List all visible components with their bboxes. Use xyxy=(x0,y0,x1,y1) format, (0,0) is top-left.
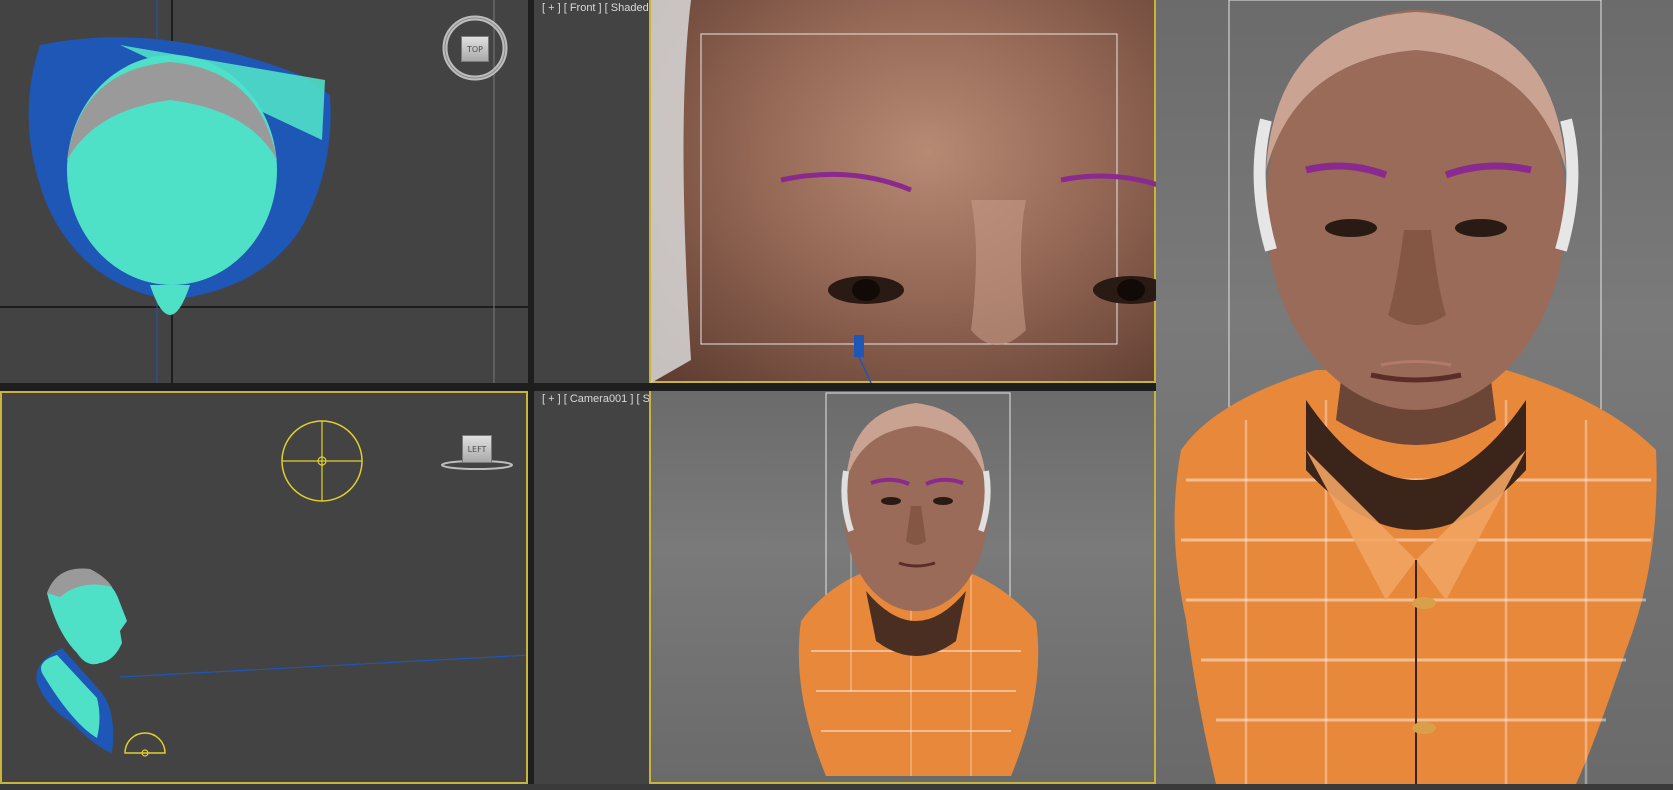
status-strip xyxy=(0,784,1673,790)
viewport-front[interactable]: [ + ] [ Front ] [ Shaded ] xyxy=(534,0,1156,383)
viewport-perspective[interactable] xyxy=(1156,0,1673,784)
camera-icon xyxy=(124,732,166,757)
perspective-bust xyxy=(1174,0,1657,784)
left-view-bust xyxy=(36,568,127,753)
viewcube-top[interactable]: TOP xyxy=(441,14,509,82)
viewport-top[interactable]: TOP xyxy=(0,0,528,383)
front-face-closeup xyxy=(651,0,1156,383)
gizmo-icon xyxy=(854,335,872,383)
viewcube-top-face[interactable]: TOP xyxy=(461,36,489,62)
viewcube-left[interactable]: LEFT xyxy=(440,433,514,473)
camera-bust xyxy=(798,392,1039,776)
front-render xyxy=(649,0,1156,383)
camera-render xyxy=(649,391,1156,784)
light-target-icon xyxy=(281,420,363,502)
viewcube-left-face[interactable]: LEFT xyxy=(462,435,492,463)
viewport-separator-horizontal[interactable] xyxy=(0,383,1156,391)
viewport-camera[interactable]: [ + ] [ Camera001 ] [ Shaded ] xyxy=(534,391,1156,784)
viewport-front-label[interactable]: [ + ] [ Front ] [ Shaded ] xyxy=(542,2,655,14)
viewport-left[interactable]: LEFT xyxy=(0,391,528,784)
